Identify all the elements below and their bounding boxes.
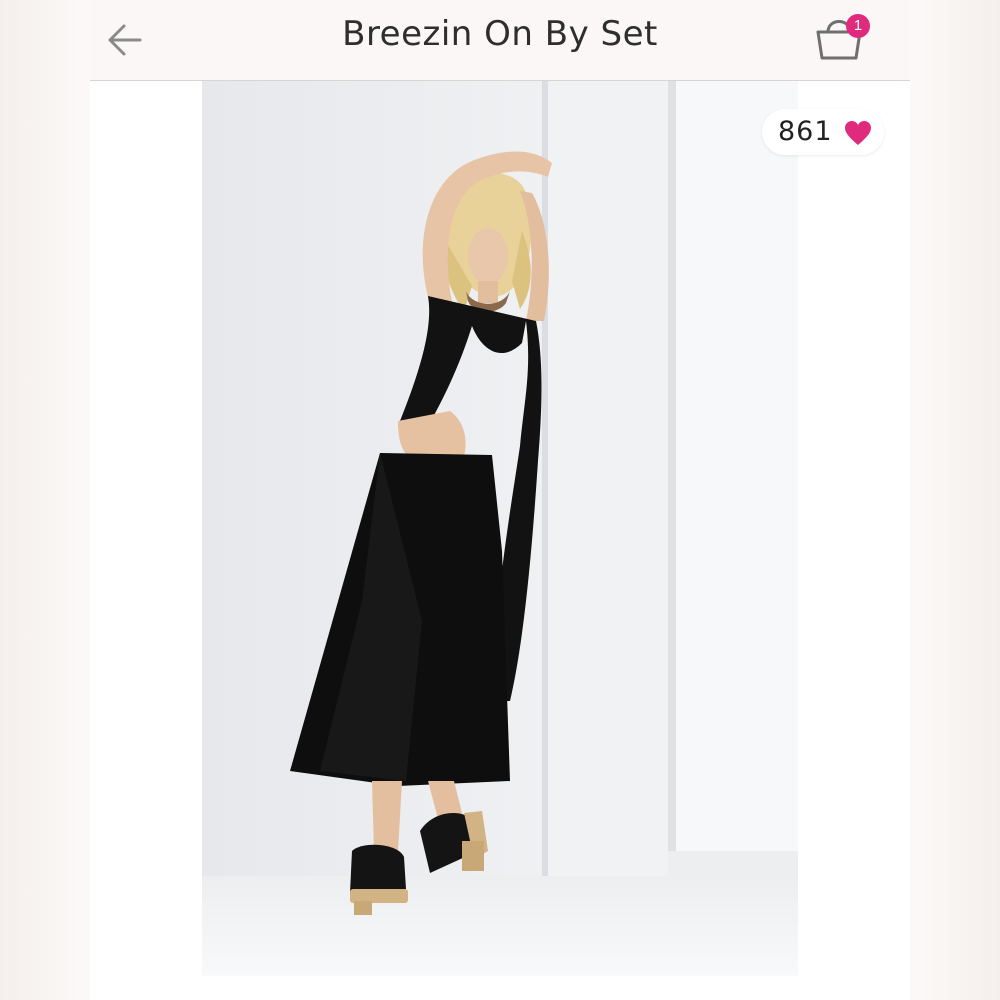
product-photo[interactable] bbox=[202, 81, 798, 976]
heart-icon bbox=[845, 121, 871, 145]
likes-count: 861 bbox=[778, 116, 833, 147]
cart-button[interactable]: 1 bbox=[810, 8, 872, 68]
app-screen: Breezin On By Set 1 861 bbox=[0, 0, 1000, 1000]
page-title: Breezin On By Set bbox=[342, 14, 658, 54]
listing-content: 861 bbox=[90, 81, 910, 1000]
likes-button[interactable]: 861 bbox=[762, 109, 884, 155]
top-nav-bar: Breezin On By Set 1 bbox=[90, 0, 910, 81]
product-photo-illustration bbox=[202, 81, 798, 976]
cart-count-badge: 1 bbox=[846, 14, 870, 38]
